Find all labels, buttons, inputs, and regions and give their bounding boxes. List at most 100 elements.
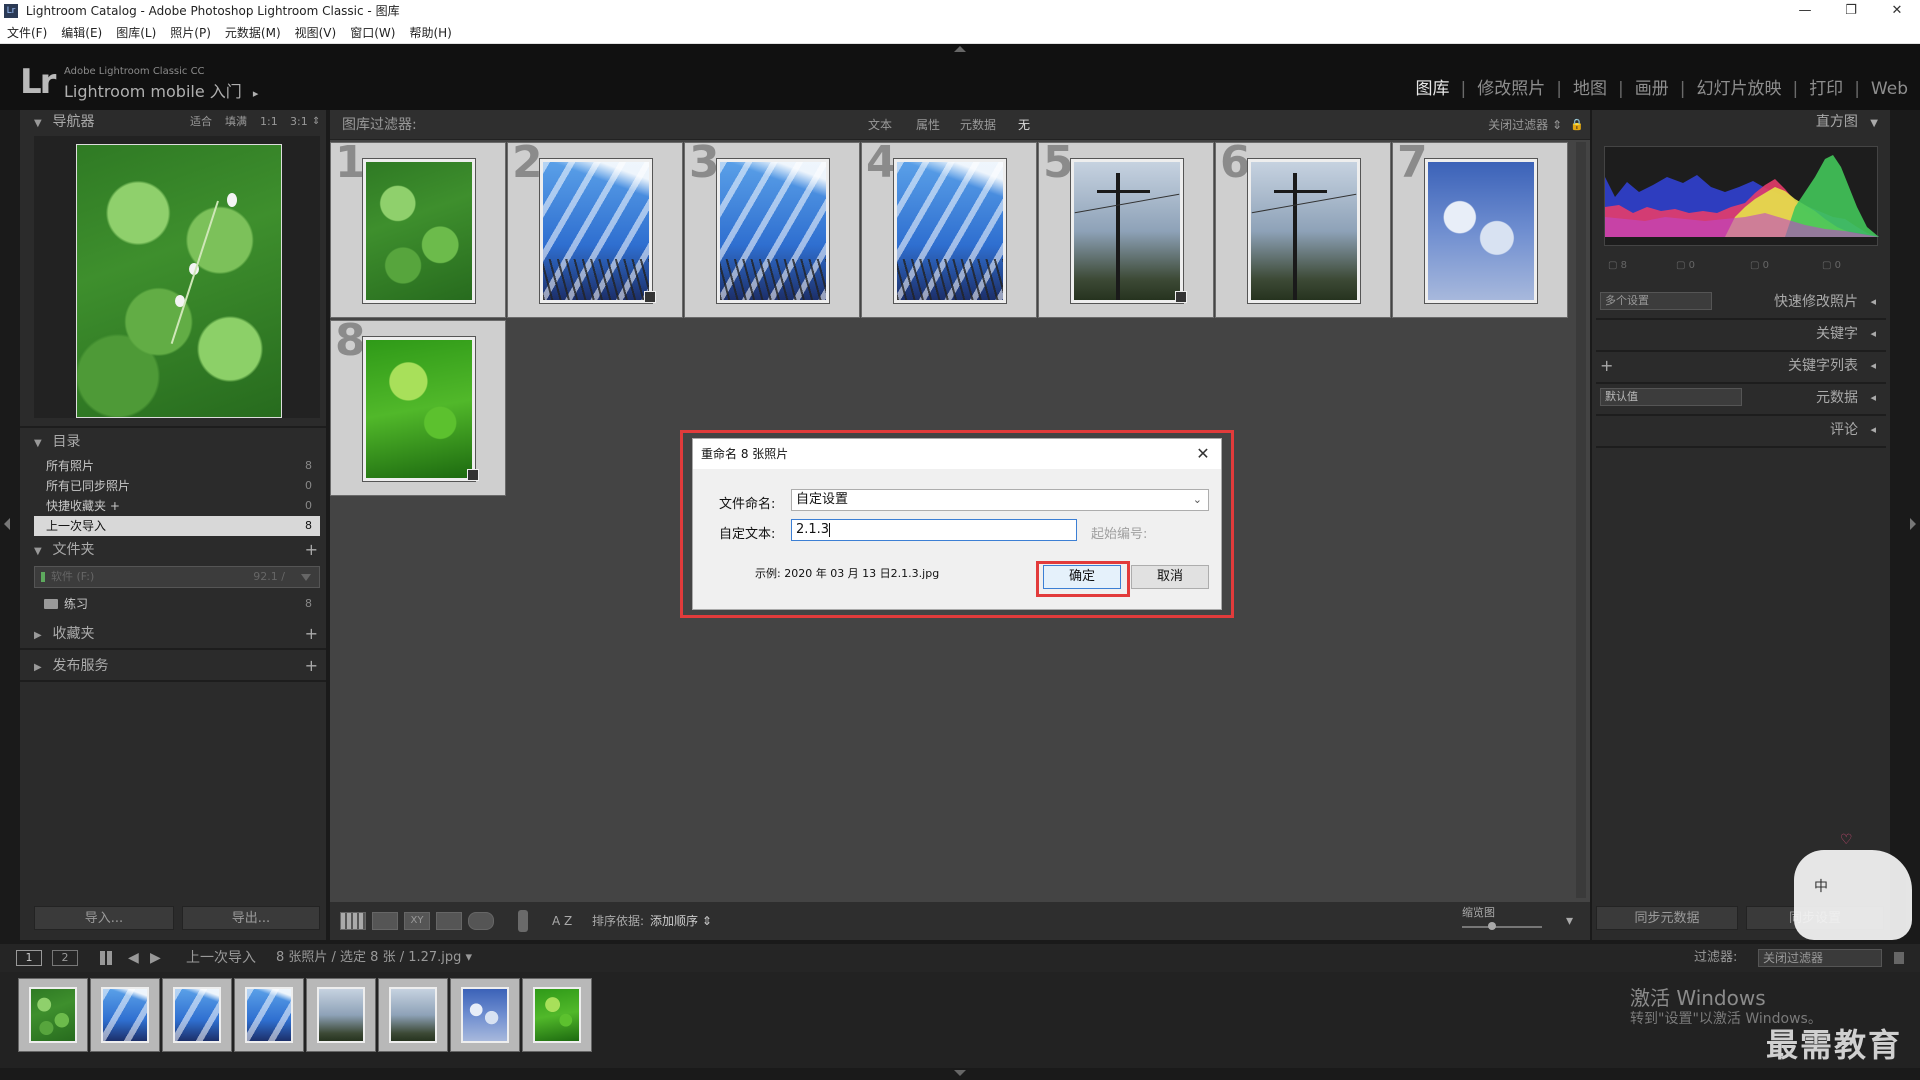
- grid-cell[interactable]: 1: [330, 142, 506, 318]
- menu-file[interactable]: 文件(F): [0, 22, 54, 44]
- grid-cell[interactable]: 6: [1215, 142, 1391, 318]
- add-folder-icon[interactable]: +: [305, 538, 318, 562]
- grid-thumbnail[interactable]: [1248, 159, 1360, 303]
- filmstrip-thumbnail[interactable]: [389, 987, 437, 1043]
- filmstrip-count[interactable]: 8 张照片 / 选定 8 张 / 1.27.jpg ▾: [276, 944, 472, 972]
- mobile-get-started[interactable]: Lightroom mobile 入门 ▸: [64, 78, 258, 102]
- navigator-preview-image[interactable]: [76, 144, 282, 418]
- quick-develop-preset-select[interactable]: 多个设置: [1600, 292, 1712, 310]
- metadata-header[interactable]: 默认值 元数据 ◂: [1600, 386, 1880, 410]
- collections-header[interactable]: ▶ 收藏夹 +: [20, 622, 326, 646]
- restore-button[interactable]: ❐: [1828, 0, 1874, 22]
- zoom-fit[interactable]: 适合: [190, 110, 212, 134]
- module-web[interactable]: Web: [1871, 79, 1908, 99]
- minimize-button[interactable]: —: [1782, 0, 1828, 22]
- filmstrip-cell[interactable]: [378, 978, 448, 1052]
- publish-header[interactable]: ▶ 发布服务 +: [20, 654, 326, 678]
- grid-thumbnail[interactable]: [1071, 159, 1183, 303]
- filmstrip-thumbnail[interactable]: [29, 987, 77, 1043]
- close-window-button[interactable]: ✕: [1874, 0, 1920, 22]
- menu-edit[interactable]: 编辑(E): [54, 22, 109, 44]
- primary-display-button[interactable]: 1: [16, 950, 42, 966]
- zoom-fill[interactable]: 填满: [225, 110, 247, 134]
- catalog-header[interactable]: ▼ 目录: [20, 430, 326, 454]
- menu-photo[interactable]: 照片(P): [163, 22, 218, 44]
- back-arrow-icon[interactable]: ◀: [128, 944, 139, 972]
- catalog-item-quick-collection[interactable]: 快捷收藏夹 + 0: [34, 496, 320, 516]
- add-keyword-icon[interactable]: +: [1600, 354, 1613, 378]
- secondary-display-button[interactable]: 2: [52, 950, 78, 966]
- grid-scrollbar[interactable]: [1576, 142, 1586, 898]
- filmstrip-thumbnail[interactable]: [101, 987, 149, 1043]
- quick-develop-header[interactable]: 多个设置 快速修改照片 ◂: [1600, 290, 1880, 314]
- filmstrip-source[interactable]: 上一次导入: [186, 944, 256, 972]
- filmstrip-thumbnail[interactable]: [173, 987, 221, 1043]
- filmstrip-cell[interactable]: [18, 978, 88, 1052]
- zoom-1-1[interactable]: 1:1: [260, 110, 278, 134]
- grid-cell[interactable]: 2: [507, 142, 683, 318]
- menu-help[interactable]: 帮助(H): [402, 22, 458, 44]
- filter-attribute[interactable]: 属性: [916, 110, 940, 140]
- left-panel-toggle-icon[interactable]: [4, 518, 10, 530]
- people-view-icon[interactable]: [468, 912, 494, 930]
- histogram-header[interactable]: 直方图 ▼: [1592, 110, 1890, 134]
- filter-preset[interactable]: 关闭过滤器 ⇕: [1488, 110, 1562, 140]
- add-publish-icon[interactable]: +: [305, 654, 318, 678]
- forward-arrow-icon[interactable]: ▶: [150, 944, 161, 972]
- module-print[interactable]: 打印: [1809, 74, 1843, 99]
- filmstrip-cell[interactable]: [450, 978, 520, 1052]
- keyword-list-header[interactable]: + 关键字列表 ◂: [1600, 354, 1880, 378]
- add-collection-icon[interactable]: +: [305, 622, 318, 646]
- comments-header[interactable]: 评论 ◂: [1600, 418, 1880, 442]
- filmstrip-cell[interactable]: [306, 978, 376, 1052]
- catalog-item-synced[interactable]: 所有已同步照片 0: [34, 476, 320, 496]
- navigator-header[interactable]: ▼ 导航器 适合 填满 1:1 3:1 ⇕: [20, 110, 326, 134]
- filmstrip-cell[interactable]: [162, 978, 232, 1052]
- export-button[interactable]: 导出...: [182, 906, 320, 930]
- filmstrip-cell[interactable]: [234, 978, 304, 1052]
- file-naming-select[interactable]: 自定设置 ⌄: [791, 489, 1209, 511]
- filter-none[interactable]: 无: [1018, 110, 1030, 140]
- grid-thumbnail[interactable]: [1425, 159, 1537, 303]
- volume-bar[interactable]: 软件 (F:) 92.1 /: [34, 566, 320, 588]
- thumbnail-size-handle[interactable]: [1488, 922, 1496, 930]
- filter-lock-icon[interactable]: 🔒: [1570, 110, 1584, 140]
- catalog-item-previous-import[interactable]: 上一次导入 8: [34, 516, 320, 536]
- folder-item-practice[interactable]: 练习 8: [34, 594, 320, 614]
- grid-thumbnail[interactable]: [540, 159, 652, 303]
- menu-library[interactable]: 图库(L): [109, 22, 163, 44]
- grid-thumbnail[interactable]: [363, 337, 475, 481]
- filmstrip-cell[interactable]: [522, 978, 592, 1052]
- filmstrip-filter-select[interactable]: 关闭过滤器: [1758, 949, 1882, 967]
- zoom-stepper-icon[interactable]: ⇕: [312, 110, 320, 134]
- thumbnail-size-slider[interactable]: [1462, 926, 1542, 928]
- grid-view-icon[interactable]: [340, 912, 366, 930]
- sort-order-select[interactable]: 添加顺序 ⇕: [650, 902, 712, 940]
- grid-cell[interactable]: 3: [684, 142, 860, 318]
- grid-thumbnail[interactable]: [717, 159, 829, 303]
- bottom-panel-toggle-icon[interactable]: [954, 1070, 966, 1076]
- menu-window[interactable]: 窗口(W): [343, 22, 402, 44]
- filmstrip-cell[interactable]: [90, 978, 160, 1052]
- module-book[interactable]: 画册: [1635, 74, 1669, 99]
- filmstrip-lock-icon[interactable]: [1894, 952, 1904, 964]
- grid-cell[interactable]: 4: [861, 142, 1037, 318]
- grid-thumbnail[interactable]: [894, 159, 1006, 303]
- top-panel-toggle-icon[interactable]: [954, 46, 966, 52]
- survey-view-icon[interactable]: [436, 912, 462, 930]
- right-panel-toggle-icon[interactable]: [1910, 518, 1916, 530]
- custom-text-input[interactable]: 2.1.3: [791, 519, 1077, 541]
- toolbar-menu-icon[interactable]: ▾: [1566, 902, 1573, 940]
- cancel-button[interactable]: 取消: [1131, 565, 1209, 589]
- painter-spray-icon[interactable]: [518, 910, 528, 932]
- grid-cell[interactable]: 8: [330, 320, 506, 496]
- filmstrip-thumbnail[interactable]: [461, 987, 509, 1043]
- loupe-view-icon[interactable]: [372, 912, 398, 930]
- menu-metadata[interactable]: 元数据(M): [218, 22, 288, 44]
- folders-header[interactable]: ▼ 文件夹 +: [20, 538, 326, 562]
- grid-thumbnail[interactable]: [363, 159, 475, 303]
- dialog-close-icon[interactable]: ✕: [1191, 439, 1215, 469]
- module-slideshow[interactable]: 幻灯片放映: [1696, 74, 1781, 99]
- filter-text[interactable]: 文本: [868, 110, 892, 140]
- catalog-item-all-photos[interactable]: 所有照片 8: [34, 456, 320, 476]
